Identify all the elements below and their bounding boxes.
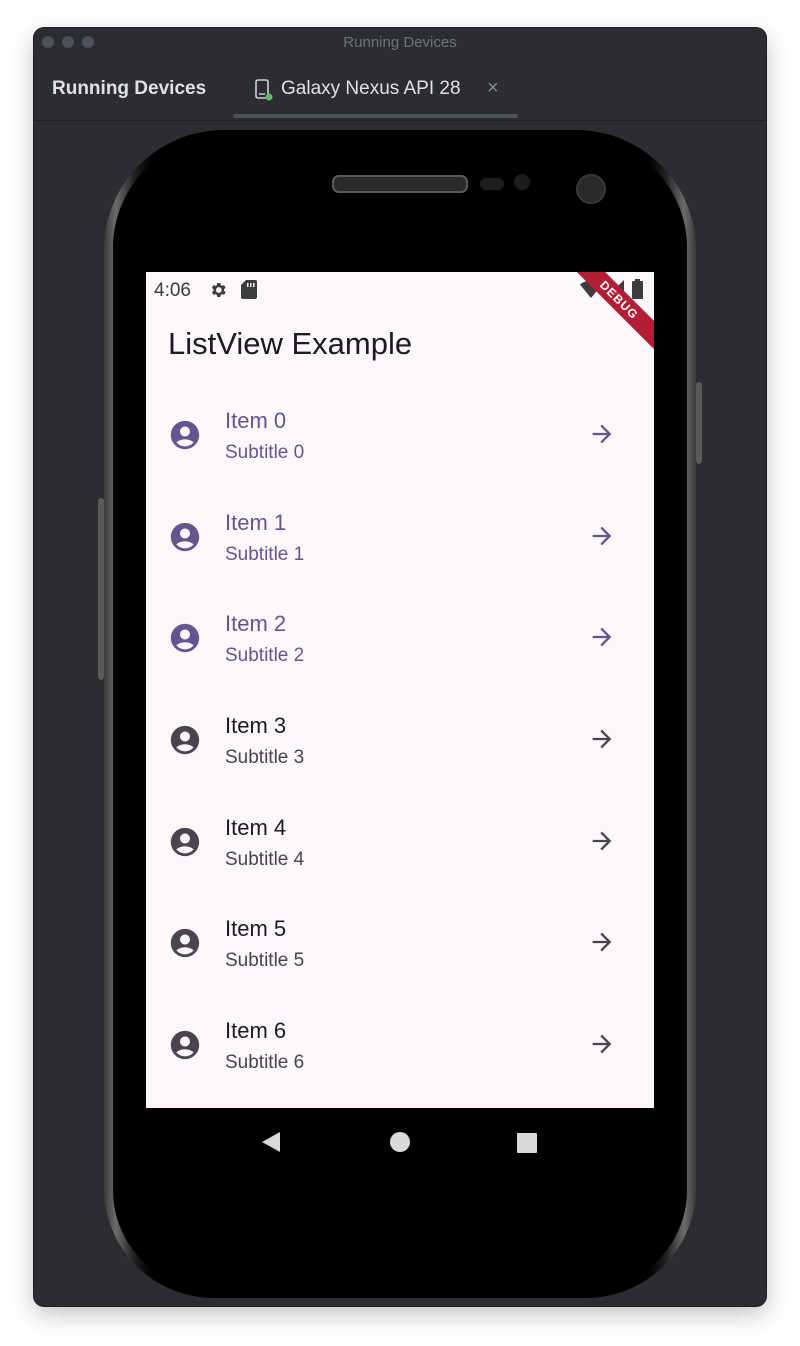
list-item-title: Item 2 [225,611,287,637]
light-sensor [514,174,530,190]
tab-label: Galaxy Nexus API 28 [281,78,461,99]
list-item[interactable]: Item 4 Subtitle 4 [146,791,654,893]
gear-icon [211,283,226,297]
list-item-subtitle: Subtitle 6 [225,1052,305,1074]
account-circle-icon [170,1030,200,1060]
list-item[interactable]: Item 2 Subtitle 2 [146,587,654,689]
status-time: 4:06 [154,280,191,301]
list-item-title: Item 4 [225,814,287,840]
list-item-title: Item 0 [225,408,287,433]
power-button [696,382,702,464]
navigation-bar [146,1108,654,1176]
arrow-forward-icon[interactable] [588,623,616,651]
tool-window-title: Running Devices [52,78,207,99]
list-item[interactable]: Item 5 Subtitle 5 [146,892,654,994]
volume-button [98,498,104,680]
list-item-title: Item 5 [225,916,287,942]
arrow-forward-icon[interactable] [588,928,616,956]
sd-card-icon [241,280,257,299]
account-circle-icon [170,929,200,958]
window-title: Running Devices [343,34,457,51]
earpiece-speaker [332,175,468,193]
account-circle-icon [170,827,200,856]
arrow-forward-icon[interactable] [588,1030,616,1058]
recents-icon[interactable] [516,1132,538,1154]
account-circle-icon [170,420,200,450]
list-item[interactable]: Item 1 Subtitle 1 [146,486,654,588]
arrow-forward-icon[interactable] [588,420,616,448]
list-item-subtitle: Subtitle 0 [225,442,305,463]
list-item-title: Item 6 [225,1018,287,1044]
arrow-forward-icon[interactable] [588,827,616,855]
proximity-sensor [480,178,504,190]
account-circle-icon [170,522,200,551]
home-icon[interactable] [389,1131,411,1153]
list-item-subtitle: Subtitle 4 [225,848,305,870]
title-bar: Running Devices [34,28,766,56]
list-item-subtitle: Subtitle 3 [225,747,305,769]
list-item-title: Item 1 [225,509,287,535]
device-screen[interactable]: 4:06 DEBUG ListView Example Item 0 Subtit… [146,272,654,1176]
list-view[interactable]: Item 0 Subtitle 0 Item 1 Subtitle 1 Item 2 Su… [146,384,654,1096]
back-icon[interactable] [260,1131,282,1153]
device-icon [255,79,273,101]
battery-icon [632,279,643,299]
arrow-forward-icon[interactable] [588,522,616,550]
tab-close-icon[interactable]: × [487,78,499,98]
list-item[interactable]: Item 0 Subtitle 0 [146,384,654,486]
account-circle-icon [170,624,200,653]
list-item[interactable]: Item 3 Subtitle 3 [146,689,654,791]
list-item-subtitle: Subtitle 2 [225,645,305,667]
app-bar-title: ListView Example [168,326,413,361]
front-camera [576,174,606,204]
list-item-title: Item 3 [225,713,287,739]
list-item[interactable]: Item 6 Subtitle 6 [146,994,654,1096]
account-circle-icon [170,725,200,755]
active-tab-indicator [233,114,518,118]
list-item-subtitle: Subtitle 5 [225,950,305,972]
arrow-forward-icon[interactable] [588,725,616,753]
status-bar: 4:06 [146,272,654,306]
list-item-subtitle: Subtitle 1 [225,543,305,565]
